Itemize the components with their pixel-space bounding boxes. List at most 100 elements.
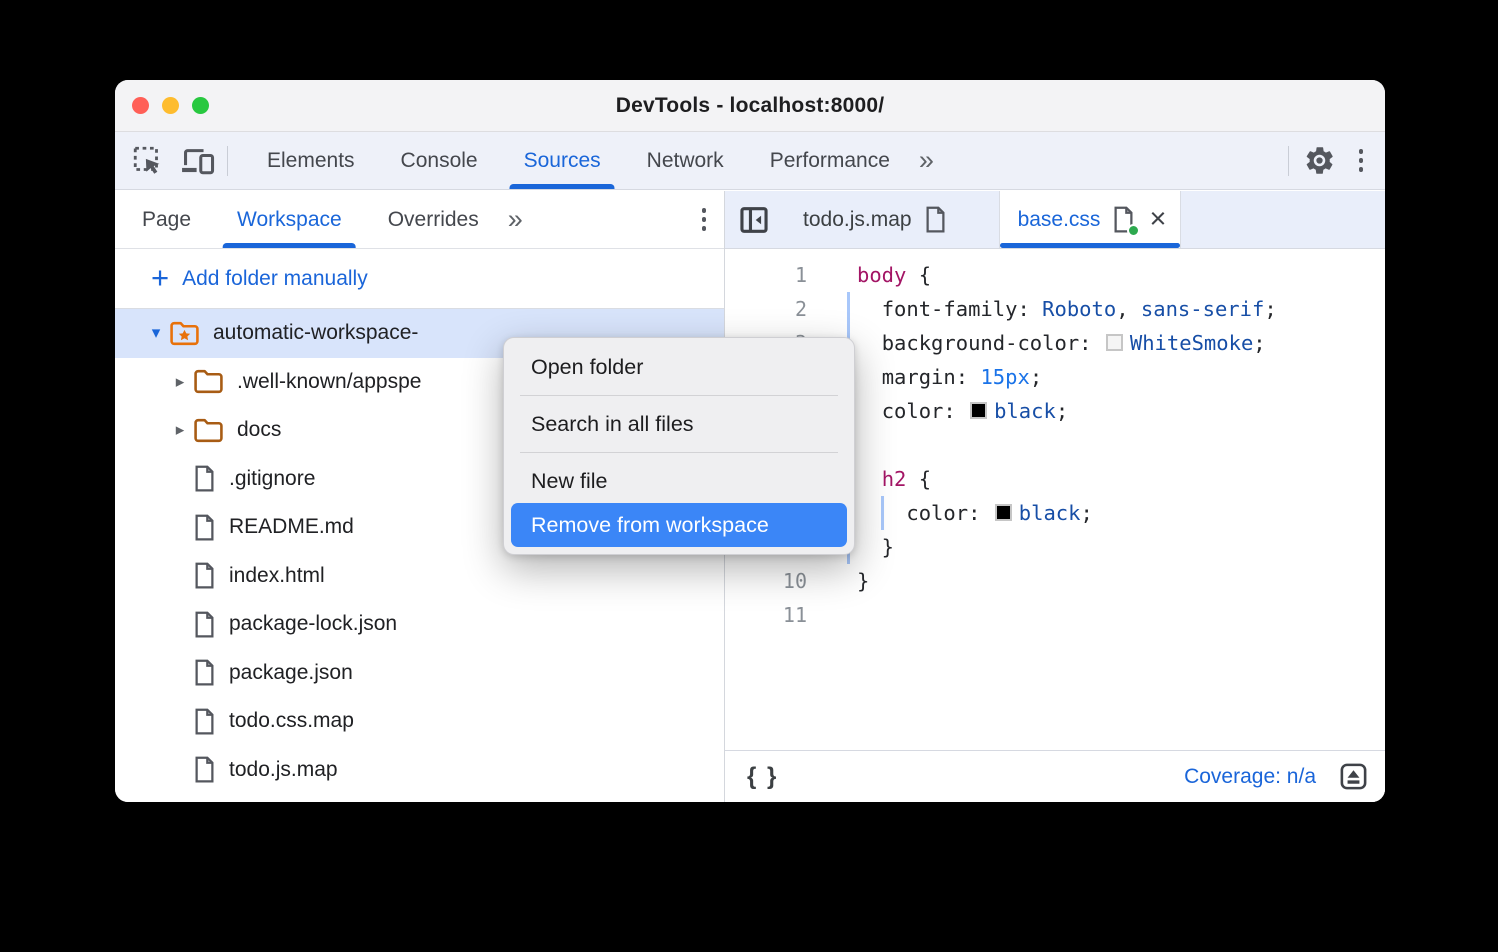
indent-guide (881, 496, 884, 530)
tab-overrides[interactable]: Overrides (365, 191, 502, 248)
tab-label: Network (647, 149, 724, 173)
editor-tab-todo-js-map[interactable]: todo.js.map (783, 191, 967, 248)
file-icon (193, 465, 216, 492)
file-icon (193, 756, 216, 783)
tree-item-package-lock-json[interactable]: package-lock.json (115, 600, 724, 649)
toolbar-divider (227, 146, 228, 176)
code-line-2[interactable]: 2 font-family: Roboto, sans-serif; (725, 292, 1385, 326)
tree-item-label: automatic-workspace- (213, 321, 418, 345)
tab-performance[interactable]: Performance (747, 132, 913, 189)
close-button[interactable] (132, 97, 149, 114)
tab-network[interactable]: Network (624, 132, 747, 189)
title-bar: DevTools - localhost:8000/ (115, 80, 1385, 132)
folder-icon (193, 368, 224, 395)
add-folder-button[interactable]: + Add folder manually (115, 249, 724, 309)
main-toolbar: Elements Console Sources Network Performance… (115, 132, 1385, 190)
navigator-tabs: Page Workspace Overrides » (115, 191, 724, 249)
main-menu-kebab-icon[interactable] (1351, 141, 1372, 180)
plus-icon: + (151, 262, 169, 293)
tree-item-package-json[interactable]: package.json (115, 649, 724, 698)
tab-label: Elements (267, 149, 355, 173)
line-number: 11 (725, 603, 807, 627)
coverage-link[interactable]: Coverage: n/a (1184, 765, 1316, 789)
tab-label: Performance (770, 149, 890, 173)
tab-page[interactable]: Page (119, 191, 214, 248)
context-menu: Open folder Search in all files New file Re… (503, 337, 855, 555)
pretty-print-icon[interactable]: { } (741, 763, 784, 791)
context-menu-item-search-in-all-files[interactable]: Search in all files (504, 402, 854, 446)
device-toolbar-icon[interactable] (177, 140, 219, 182)
open-file-eject-icon[interactable] (1338, 761, 1369, 792)
minimize-button[interactable] (162, 97, 179, 114)
add-folder-label: Add folder manually (182, 267, 368, 291)
tree-item-label: todo.css.map (229, 709, 354, 733)
tree-item-label: .gitignore (229, 467, 315, 491)
settings-gear-icon[interactable] (1299, 140, 1341, 182)
collapsed-triangle-icon[interactable]: ▸ (167, 420, 193, 440)
zoom-button[interactable] (192, 97, 209, 114)
file-icon (193, 514, 216, 541)
tree-item-label: todo.js.map (229, 758, 338, 782)
navigator-more-tabs-icon[interactable]: » (502, 204, 529, 235)
editor-tab-label: base.css (1018, 208, 1101, 232)
tree-item-label: package.json (229, 661, 353, 685)
file-icon (193, 708, 216, 735)
more-tabs-icon[interactable]: » (913, 145, 940, 176)
selected-tab-stripe (1000, 243, 1181, 248)
editor-tab-label: todo.js.map (803, 208, 912, 232)
workspace-linked-dot (1127, 224, 1140, 237)
tab-console[interactable]: Console (378, 132, 501, 189)
editor-status-bar: { } Coverage: n/a (725, 750, 1385, 802)
collapsed-triangle-icon[interactable]: ▸ (167, 372, 193, 392)
close-tab-icon[interactable]: × (1149, 205, 1166, 234)
code-line-10[interactable]: 10} (725, 564, 1385, 598)
context-menu-item-new-file[interactable]: New file (504, 459, 854, 503)
code-text: background-color: WhiteSmoke; (807, 331, 1266, 355)
code-text: font-family: Roboto, sans-serif; (807, 297, 1277, 321)
context-menu-item-open-folder[interactable]: Open folder (504, 345, 854, 389)
menu-separator (520, 395, 838, 396)
context-menu-item-remove-from-workspace[interactable]: Remove from workspace (511, 503, 847, 547)
main-toolbar-tabs: Elements Console Sources Network Performance (244, 132, 913, 189)
tree-item-label: .well-known/appspe (237, 370, 421, 394)
workspace-folder-star-icon (169, 320, 200, 347)
tab-label: Workspace (237, 208, 342, 232)
tree-item-label: index.html (229, 564, 325, 588)
code-text: } (807, 569, 869, 593)
tab-sources[interactable]: Sources (501, 132, 624, 189)
tree-item-todo-js-map[interactable]: todo.js.map (115, 746, 724, 795)
line-number: 10 (725, 569, 807, 593)
color-swatch[interactable] (1106, 334, 1123, 351)
code-line-11[interactable]: 11 (725, 598, 1385, 632)
tab-label: Page (142, 208, 191, 232)
editor-tab-base-css[interactable]: base.css × (999, 191, 1182, 248)
tree-item-index-html[interactable]: index.html (115, 552, 724, 601)
expanded-triangle-icon[interactable]: ▾ (143, 323, 169, 343)
screen-background: { "window": { "title": "DevTools - local… (0, 0, 1498, 952)
tree-item-label: README.md (229, 515, 354, 539)
navigator-kebab-icon[interactable] (694, 200, 715, 239)
folder-icon (193, 417, 224, 444)
menu-item-label: New file (531, 469, 607, 494)
code-text: body { (807, 263, 931, 287)
tree-item-label: docs (237, 418, 281, 442)
color-swatch[interactable] (995, 504, 1012, 521)
menu-item-label: Remove from workspace (531, 513, 769, 538)
editor-tab-strip: todo.js.map base.css × (725, 191, 1385, 249)
window-title: DevTools - localhost:8000/ (616, 94, 885, 118)
tab-elements[interactable]: Elements (244, 132, 378, 189)
code-line-1[interactable]: 1body { (725, 258, 1385, 292)
navigator-tabs-list: Page Workspace Overrides (119, 191, 502, 248)
color-swatch[interactable] (970, 402, 987, 419)
selected-tab-underline (223, 243, 356, 248)
menu-item-label: Open folder (531, 355, 643, 380)
tab-workspace[interactable]: Workspace (214, 191, 365, 248)
tab-label: Console (401, 149, 478, 173)
file-icon (193, 659, 216, 686)
file-icon (193, 562, 216, 589)
line-number: 1 (725, 263, 807, 287)
inspect-element-icon[interactable] (127, 140, 169, 182)
tree-item-todo-css-map[interactable]: todo.css.map (115, 697, 724, 746)
document-linked-icon (1112, 206, 1135, 233)
collapse-sidebar-icon[interactable] (725, 191, 783, 248)
